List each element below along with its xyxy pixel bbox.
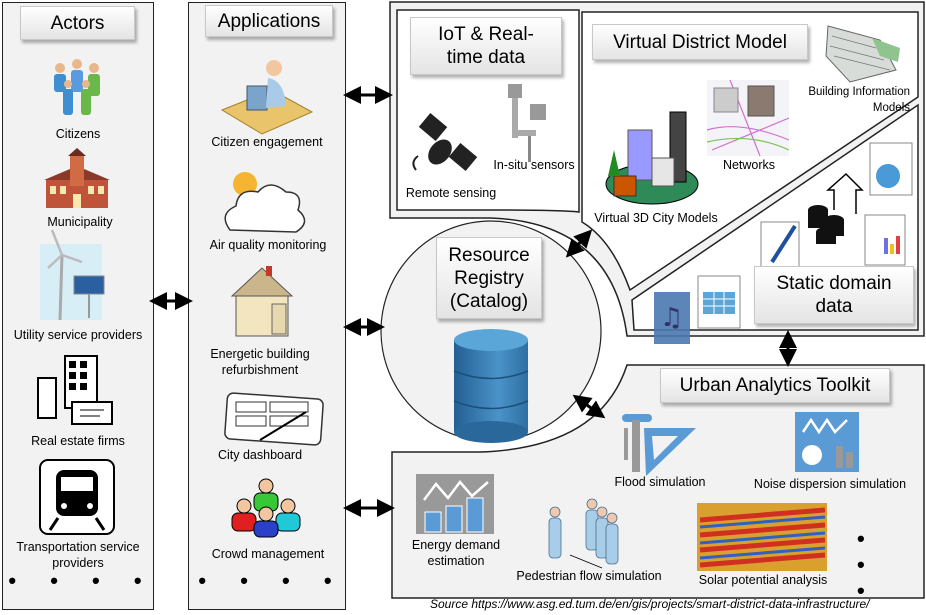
train-icon	[39, 459, 115, 535]
house-icon	[230, 266, 294, 337]
buildings-icon	[37, 355, 113, 425]
flood-simulation-label: Flood simulation	[614, 475, 706, 489]
actors-more-dots: • • • •	[8, 568, 156, 593]
city-models-label: Virtual 3D City Models	[594, 211, 718, 225]
iot-title: IoT & Real-time data	[410, 17, 562, 75]
tablet-dashboard-icon	[224, 392, 324, 446]
actor-utility-label: Utility service providers	[13, 328, 143, 342]
svg-text:♫: ♫	[660, 303, 683, 333]
source-caption: Source https://www.asg.ed.tum.de/en/gis/…	[430, 597, 870, 611]
app-building-refurbishment-label: Energetic building refurbishment	[210, 347, 310, 377]
bar-trend-icon	[416, 474, 494, 534]
app-crowd-management-label: Crowd management	[211, 547, 325, 561]
noise-dispersion-label: Noise dispersion simulation	[753, 477, 907, 491]
wind-solar-icon	[40, 229, 105, 321]
solar-map-icon	[697, 503, 827, 571]
actor-transportation-label: Transportation service providers	[16, 540, 140, 570]
network-map-icon	[706, 79, 790, 157]
energy-demand-label: Energy demand estimation	[411, 538, 501, 568]
virtual-district-model-title: Virtual District Model	[592, 24, 808, 60]
actors-title: Actors	[20, 6, 135, 40]
app-air-quality-label: Air quality monitoring	[209, 238, 327, 252]
in-situ-sensors-label: In-situ sensors	[493, 158, 575, 172]
networks-label: Networks	[722, 158, 776, 172]
bim-label: Building Information Models	[808, 86, 910, 114]
solar-potential-label: Solar potential analysis	[698, 573, 828, 587]
urban-analytics-title: Urban Analytics Toolkit	[660, 368, 890, 403]
analytics-more-dots: • • •	[857, 526, 879, 603]
sun-cloud-icon	[224, 172, 306, 233]
actor-citizens-label: Citizens	[55, 127, 101, 141]
app-citizen-engagement-label: Citizen engagement	[211, 135, 323, 149]
actor-municipality-label: Municipality	[47, 215, 113, 229]
app-city-dashboard-label: City dashboard	[217, 448, 303, 462]
actor-real-estate-label: Real estate firms	[31, 434, 125, 448]
pedestrian-flow-label: Pedestrian flow simulation	[516, 569, 662, 583]
crowd-icon	[231, 478, 301, 538]
people-icon	[54, 59, 100, 115]
computer-user-icon	[220, 60, 314, 135]
analytics-chart-icon	[795, 412, 859, 472]
static-domain-data-title: Static domain data	[754, 266, 914, 324]
resource-registry-title: Resource Registry (Catalog)	[436, 237, 542, 319]
applications-title: Applications	[205, 5, 333, 37]
database-icon	[453, 329, 529, 443]
town-hall-icon	[44, 148, 110, 208]
remote-sensing-label: Remote sensing	[405, 186, 497, 200]
applications-more-dots: • • • •	[198, 568, 346, 593]
arrow-registry-analytics	[572, 394, 606, 419]
